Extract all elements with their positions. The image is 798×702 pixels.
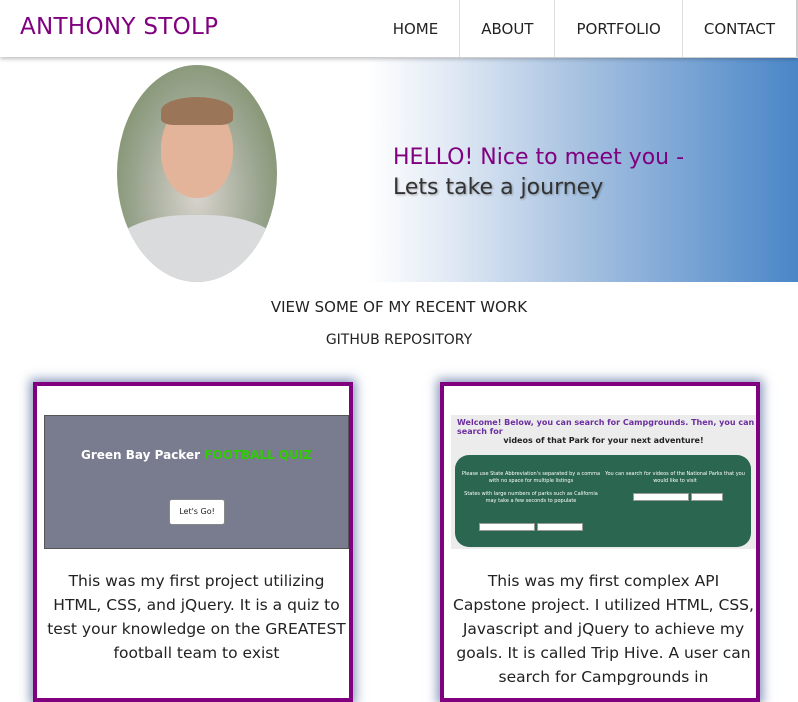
thumb-intro-line2: videos of that Park for your next advent… xyxy=(503,436,704,445)
top-navbar: ANTHONY STOLP HOME ABOUT PORTFOLIO CONTA… xyxy=(0,0,798,57)
photo-shirt xyxy=(117,215,277,282)
project-card-quiz[interactable]: Green Bay Packer FOOTBALL QUIZ Let's Go!… xyxy=(33,382,353,702)
nav-item-about[interactable]: ABOUT xyxy=(460,0,556,57)
project-description: This was my first complex API Capstone p… xyxy=(453,572,754,686)
thumb-right-column: You can search for videos of the Nationa… xyxy=(605,471,745,485)
thumb-left-text: Please use State Abbreviation's separate… xyxy=(461,471,601,484)
thumb-left-text-2: States with large numbers of parks such … xyxy=(464,491,598,504)
thumb-video-button xyxy=(691,493,723,501)
project-thumbnail[interactable]: Welcome! Below, you can search for Campg… xyxy=(451,415,756,549)
recent-work-link[interactable]: VIEW SOME OF MY RECENT WORK xyxy=(0,298,798,316)
nav-item-portfolio[interactable]: PORTFOLIO xyxy=(555,0,683,57)
thumb-intro: Welcome! Below, you can search for Campg… xyxy=(457,418,756,436)
profile-photo xyxy=(117,65,277,282)
thumb-title-accent: FOOTBALL QUIZ xyxy=(204,448,313,462)
thumb-intro-text: Below, you can search for Campgrounds. T… xyxy=(457,418,755,436)
thumb-state-input xyxy=(479,523,535,531)
hero-greeting: HELLO! Nice to meet you - xyxy=(393,145,685,170)
project-card-trip-hive[interactable]: Welcome! Below, you can search for Campg… xyxy=(440,382,760,702)
hero-banner: HELLO! Nice to meet you - Lets take a jo… xyxy=(0,58,798,282)
github-link[interactable]: GITHUB REPOSITORY xyxy=(0,332,798,348)
hero-tagline: Lets take a journey xyxy=(393,175,604,200)
nav-menu: HOME ABOUT PORTFOLIO CONTACT xyxy=(372,0,798,57)
thumb-start-button: Let's Go! xyxy=(169,499,225,525)
nav-item-home[interactable]: HOME xyxy=(372,0,461,57)
thumb-welcome: Welcome! xyxy=(457,418,502,427)
brand-logo[interactable]: ANTHONY STOLP xyxy=(20,14,218,40)
thumb-title: Green Bay Packer FOOTBALL QUIZ xyxy=(45,448,348,462)
project-description: This was my first project utilizing HTML… xyxy=(47,572,346,662)
thumb-left-column: Please use State Abbreviation's separate… xyxy=(461,471,601,505)
thumb-video-input xyxy=(633,493,689,501)
thumb-campground-button xyxy=(537,523,583,531)
nav-item-contact[interactable]: CONTACT xyxy=(683,0,798,57)
thumb-right-text: You can search for videos of the Nationa… xyxy=(605,471,745,484)
thumb-search-panel: Please use State Abbreviation's separate… xyxy=(455,455,751,547)
photo-hair xyxy=(161,97,233,125)
thumb-title-plain: Green Bay Packer xyxy=(80,448,205,462)
project-thumbnail[interactable]: Green Bay Packer FOOTBALL QUIZ Let's Go! xyxy=(44,415,349,549)
